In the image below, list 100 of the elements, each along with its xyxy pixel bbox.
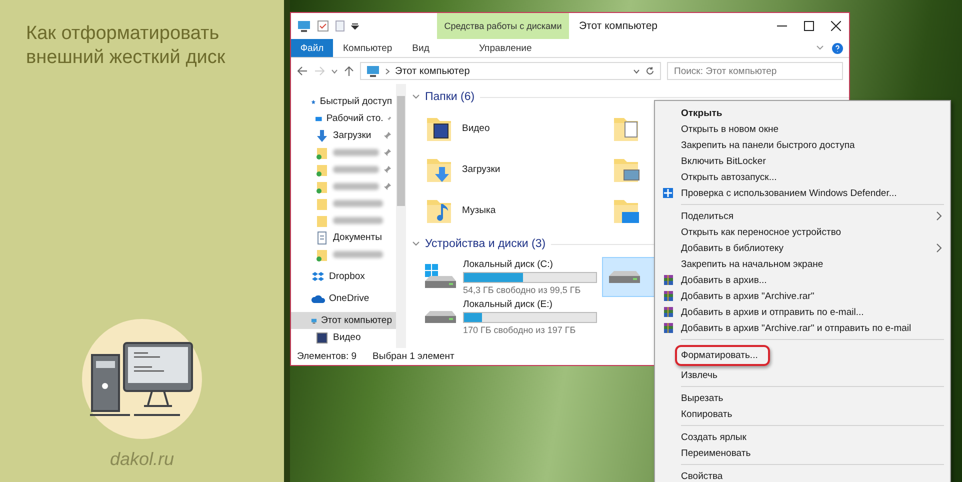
shield-icon bbox=[662, 187, 674, 199]
blurred-label bbox=[333, 217, 383, 224]
blurred-label bbox=[333, 166, 379, 173]
menu-item[interactable]: Форматировать... bbox=[675, 344, 770, 366]
chevron-down-icon bbox=[633, 68, 640, 74]
nav-item[interactable]: Документы bbox=[291, 229, 396, 246]
nav-item[interactable]: Этот компьютер bbox=[291, 312, 396, 329]
blurred-label bbox=[333, 183, 379, 190]
chevron-right-icon bbox=[936, 211, 942, 221]
pin-icon bbox=[383, 165, 392, 174]
folder-icon bbox=[315, 214, 329, 228]
menu-item[interactable]: Открыть автозапуск... bbox=[681, 172, 942, 182]
close-icon bbox=[830, 21, 840, 31]
drive-icon bbox=[423, 310, 457, 324]
status-text: Элементов: 9 bbox=[297, 351, 357, 362]
drive-tile[interactable]: Локальный диск (E:) 170 ГБ свободно из 197 ГБ bbox=[418, 297, 602, 337]
drive-name: Локальный диск (C:) bbox=[463, 259, 554, 270]
dropdown-icon bbox=[351, 22, 359, 30]
menu-item[interactable]: Поделиться bbox=[681, 210, 936, 222]
pin-icon bbox=[383, 131, 392, 140]
dropbox-icon bbox=[311, 270, 325, 284]
menu-item[interactable]: Открыть bbox=[681, 108, 942, 118]
pin-icon bbox=[383, 182, 392, 191]
file-menu-button[interactable]: Файл bbox=[291, 39, 333, 57]
blurred-label bbox=[333, 149, 379, 156]
banner-title: Как отформатировать внешний жесткий диск bbox=[26, 22, 226, 70]
chevron-right-icon bbox=[385, 68, 390, 74]
drive-tile[interactable]: Локальный диск (C:) 54,3 ГБ свободно из 99,5 ГБ bbox=[418, 257, 602, 297]
page-icon bbox=[335, 20, 345, 32]
forward-arrow-icon bbox=[314, 66, 325, 76]
up-arrow-icon bbox=[344, 66, 354, 76]
menu-item[interactable]: Закрепить на начальном экране bbox=[681, 258, 942, 270]
monitor-icon bbox=[297, 19, 311, 33]
menu-item[interactable]: Добавить в архив "Archive.rar" bbox=[681, 290, 942, 302]
archive-icon bbox=[662, 290, 674, 302]
maximize-icon bbox=[804, 21, 814, 31]
archive-icon bbox=[662, 274, 674, 286]
ribbon-tab[interactable]: Компьютер bbox=[333, 39, 402, 57]
scrollbar[interactable] bbox=[396, 84, 406, 348]
menu-item[interactable]: Добавить в архив и отправить по e-mail... bbox=[681, 306, 942, 318]
site-name: dakol.ru bbox=[110, 449, 174, 470]
nav-item[interactable]: Загрузки bbox=[291, 127, 396, 144]
section-heading: Папки (6) bbox=[425, 91, 475, 103]
menu-item[interactable]: Переименовать bbox=[681, 448, 942, 458]
folder-check-icon bbox=[315, 248, 329, 262]
address-bar[interactable]: Этот компьютер bbox=[360, 62, 661, 80]
film-icon bbox=[315, 330, 329, 344]
menu-item[interactable]: Проверка с использованием Windows Defender... bbox=[681, 188, 942, 198]
nav-item[interactable]: Быстрый доступ bbox=[291, 93, 396, 110]
menu-item[interactable]: Вырезать bbox=[681, 392, 942, 404]
nav-item[interactable]: OneDrive bbox=[291, 290, 396, 307]
ribbon-tab[interactable]: Управление bbox=[439, 39, 572, 57]
free-space-text: 54,3 ГБ свободно из 99,5 ГБ bbox=[463, 285, 582, 295]
section-heading: Устройства и диски (3) bbox=[425, 238, 546, 250]
folder-check-icon bbox=[315, 162, 329, 176]
menu-item[interactable]: Свойства bbox=[681, 470, 942, 482]
checklist-icon bbox=[317, 20, 329, 32]
refresh-icon bbox=[645, 66, 655, 76]
window-title: Этот компьютер bbox=[579, 19, 658, 34]
menu-item[interactable]: Создать ярлык bbox=[681, 432, 942, 442]
drive-name: Локальный диск (E:) bbox=[463, 299, 554, 310]
menu-item[interactable]: Закрепить на панели быстрого доступа bbox=[681, 140, 942, 150]
menu-item[interactable]: Добавить в архив "Archive.rar" и отправить по e-mail bbox=[681, 322, 942, 334]
folder-label: Музыка bbox=[462, 205, 496, 216]
menu-item[interactable]: Добавить в архив... bbox=[681, 274, 942, 286]
nav-item[interactable]: Dropbox bbox=[291, 268, 396, 285]
ribbon-tab[interactable]: Вид bbox=[402, 39, 440, 57]
download-arrow-icon bbox=[315, 128, 329, 142]
chevron-down-icon bbox=[412, 241, 420, 247]
context-tab-header: Средства работы с дисками bbox=[437, 13, 569, 39]
document-icon bbox=[315, 230, 329, 244]
minimize-icon bbox=[776, 25, 786, 27]
pin-icon bbox=[383, 148, 392, 157]
blurred-label bbox=[333, 251, 383, 258]
help-icon bbox=[832, 42, 843, 54]
pin-icon bbox=[387, 114, 392, 123]
folder-label: Видео bbox=[462, 123, 490, 134]
archive-icon bbox=[662, 322, 674, 334]
back-arrow-icon bbox=[297, 66, 308, 76]
menu-item[interactable]: Извлечь bbox=[681, 370, 942, 380]
blurred-label bbox=[333, 200, 383, 207]
free-space-text: 170 ГБ свободно из 197 ГБ bbox=[463, 325, 577, 335]
search-field[interactable]: Поиск: Этот компьютер bbox=[667, 62, 843, 80]
menu-item[interactable]: Копировать bbox=[681, 408, 942, 420]
folder-label: Загрузки bbox=[462, 164, 500, 175]
menu-item[interactable]: Открыть в новом окне bbox=[681, 124, 942, 134]
chevron-down-icon bbox=[331, 68, 338, 74]
archive-icon bbox=[662, 306, 674, 318]
nav-item[interactable]: Рабочий сто. bbox=[291, 110, 396, 127]
folder-check-icon bbox=[315, 146, 329, 160]
chevron-down-icon bbox=[412, 94, 420, 100]
menu-item[interactable]: Открыть как переносное устройство bbox=[681, 226, 942, 238]
menu-item[interactable]: Включить BitLocker bbox=[681, 156, 942, 166]
monitor-icon bbox=[366, 64, 380, 78]
folder-icon bbox=[315, 196, 329, 210]
menu-item[interactable]: Добавить в библиотеку bbox=[681, 242, 936, 254]
chevron-down-icon bbox=[816, 45, 824, 51]
status-text: Выбран 1 элемент bbox=[372, 351, 454, 362]
nav-item[interactable]: Видео bbox=[291, 329, 396, 346]
drive-icon bbox=[607, 270, 641, 284]
